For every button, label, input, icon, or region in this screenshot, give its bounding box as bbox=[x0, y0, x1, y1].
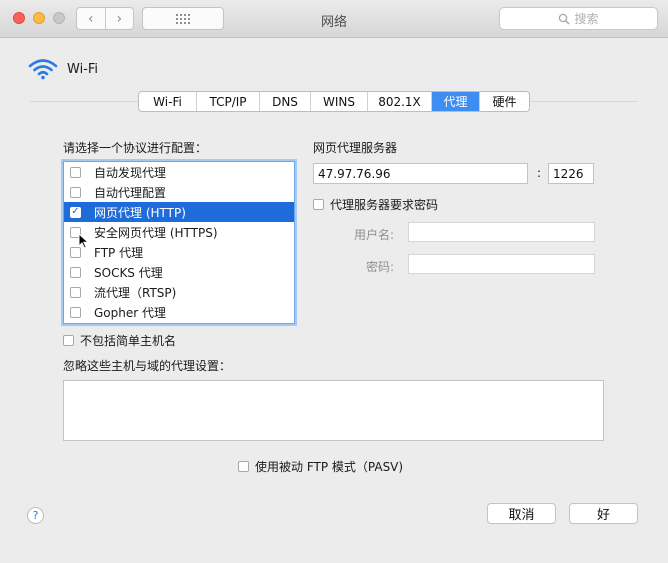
interface-header: Wi-Fi bbox=[28, 58, 98, 80]
bypass-hosts-textarea[interactable] bbox=[63, 380, 604, 441]
tab-dns[interactable]: DNS bbox=[259, 92, 310, 111]
title-bar: ‹ › 网络 搜索 bbox=[0, 0, 668, 38]
tab-hardware[interactable]: 硬件 bbox=[479, 92, 529, 111]
tab-wins[interactable]: WINS bbox=[310, 92, 367, 111]
require-password-checkbox[interactable] bbox=[313, 199, 324, 210]
protocol-label: 安全网页代理 (HTTPS) bbox=[94, 225, 218, 240]
protocol-label: 自动代理配置 bbox=[94, 185, 167, 200]
wifi-icon bbox=[28, 59, 58, 80]
protocol-label: SOCKS 代理 bbox=[94, 265, 163, 280]
protocol-list-heading: 请选择一个协议进行配置： bbox=[63, 141, 208, 155]
proxy-server-heading: 网页代理服务器 bbox=[313, 141, 398, 155]
protocol-item-https[interactable]: 安全网页代理 (HTTPS) bbox=[64, 222, 294, 242]
username-label: 用户名: bbox=[353, 228, 394, 242]
exclude-simple-hostnames[interactable]: 不包括简单主机名 bbox=[63, 332, 176, 349]
protocol-item-auto-config[interactable]: 自动代理配置 bbox=[64, 182, 294, 202]
protocol-checkbox[interactable] bbox=[70, 266, 81, 278]
password-field[interactable] bbox=[408, 254, 595, 274]
protocol-checkbox[interactable] bbox=[70, 186, 81, 198]
passive-ftp-checkbox[interactable] bbox=[238, 461, 249, 472]
tab-wifi[interactable]: Wi-Fi bbox=[139, 92, 196, 111]
protocol-item-gopher[interactable]: Gopher 代理 bbox=[64, 302, 294, 322]
cancel-button[interactable]: 取消 bbox=[487, 503, 556, 524]
search-placeholder: 搜索 bbox=[574, 12, 599, 26]
proxy-port-field[interactable]: 1226 bbox=[548, 163, 594, 184]
protocol-label: 流代理（RTSP) bbox=[94, 285, 177, 300]
passive-ftp[interactable]: 使用被动 FTP 模式（PASV) bbox=[238, 458, 403, 475]
tab-tcpip[interactable]: TCP/IP bbox=[196, 92, 259, 111]
protocol-item-socks[interactable]: SOCKS 代理 bbox=[64, 262, 294, 282]
network-preferences-window: ‹ › 网络 搜索 Wi-Fi Wi-Fi TCP/IP DNS WINS 80… bbox=[0, 0, 668, 563]
password-label: 密码: bbox=[365, 260, 394, 274]
protocol-checkbox[interactable] bbox=[70, 306, 81, 318]
protocol-label: Gopher 代理 bbox=[94, 305, 166, 320]
tab-8021x[interactable]: 802.1X bbox=[367, 92, 431, 111]
ok-button[interactable]: 好 bbox=[569, 503, 638, 524]
mouse-cursor-icon bbox=[78, 233, 89, 249]
search-icon bbox=[559, 13, 571, 25]
bypass-label: 忽略这些主机与域的代理设置： bbox=[63, 359, 232, 373]
protocol-label: 网页代理 (HTTP) bbox=[94, 205, 186, 220]
require-password-label: 代理服务器要求密码 bbox=[330, 198, 439, 212]
username-field[interactable] bbox=[408, 222, 595, 242]
protocol-checkbox[interactable] bbox=[70, 286, 81, 298]
exclude-simple-hostnames-label: 不包括简单主机名 bbox=[80, 334, 177, 348]
protocol-checkbox[interactable] bbox=[70, 166, 81, 178]
require-password[interactable]: 代理服务器要求密码 bbox=[313, 196, 438, 213]
port-separator: : bbox=[537, 166, 542, 180]
protocol-item-http[interactable]: ✓ 网页代理 (HTTP) bbox=[64, 202, 294, 222]
protocol-list[interactable]: 自动发现代理 自动代理配置 ✓ 网页代理 (HTTP) 安全网页代理 (HTTPS… bbox=[63, 161, 295, 324]
tab-proxies[interactable]: 代理 bbox=[431, 92, 479, 111]
proxy-host-field[interactable]: 47.97.76.96 bbox=[313, 163, 528, 184]
protocol-item-ftp[interactable]: FTP 代理 bbox=[64, 242, 294, 262]
protocol-checkbox-checked[interactable]: ✓ bbox=[70, 206, 81, 218]
protocol-item-auto-discovery[interactable]: 自动发现代理 bbox=[64, 162, 294, 182]
help-button[interactable]: ? bbox=[27, 507, 44, 524]
passive-ftp-label: 使用被动 FTP 模式（PASV) bbox=[255, 460, 404, 474]
protocol-item-rtsp[interactable]: 流代理（RTSP) bbox=[64, 282, 294, 302]
exclude-simple-hostnames-checkbox[interactable] bbox=[63, 335, 74, 346]
protocol-label: 自动发现代理 bbox=[94, 165, 167, 180]
settings-tabs: Wi-Fi TCP/IP DNS WINS 802.1X 代理 硬件 bbox=[138, 91, 530, 112]
protocol-label: FTP 代理 bbox=[94, 245, 144, 260]
interface-name: Wi-Fi bbox=[67, 61, 99, 77]
search-field[interactable]: 搜索 bbox=[499, 7, 658, 30]
